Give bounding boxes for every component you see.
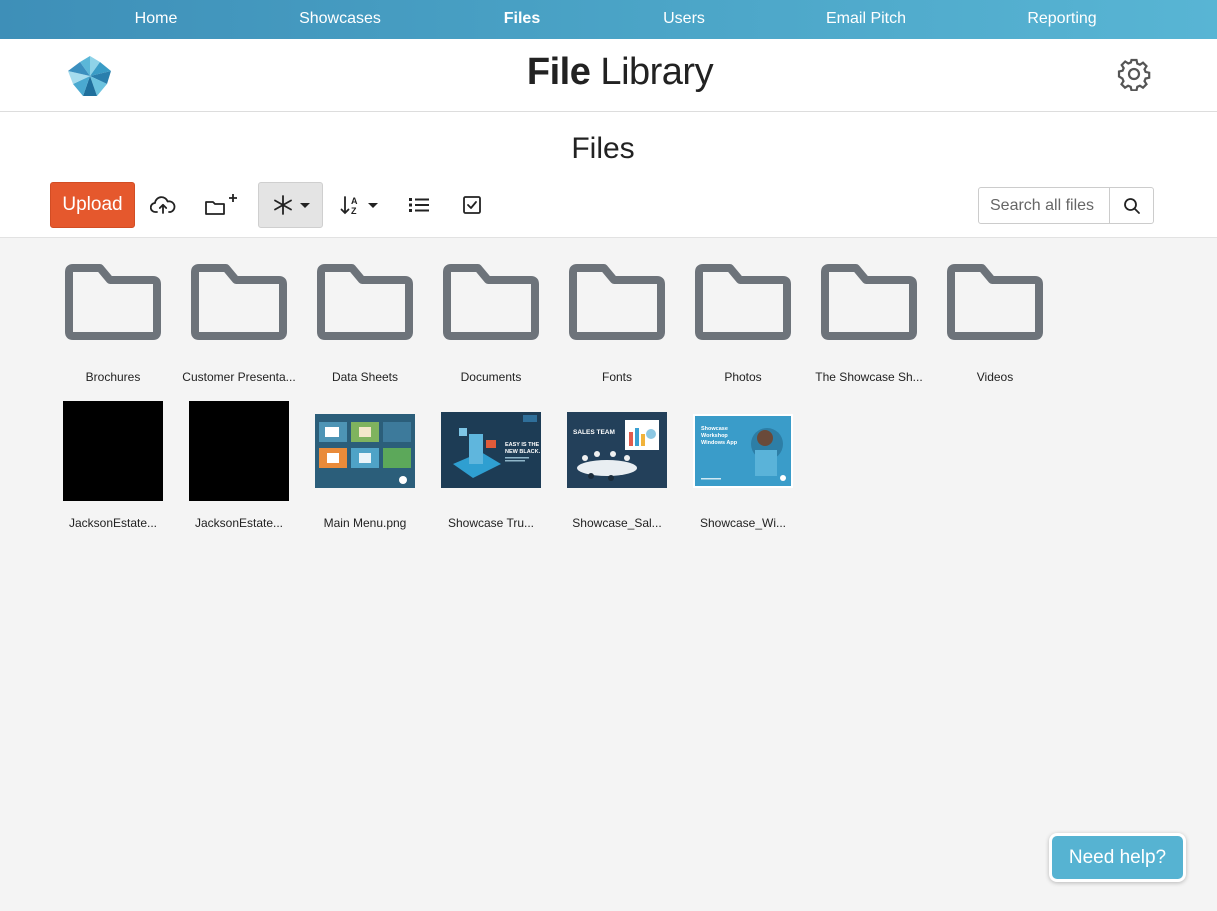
folder-item[interactable]: Brochures — [50, 262, 176, 388]
need-help-button[interactable]: Need help? — [1049, 833, 1186, 882]
folder-name: Brochures — [85, 370, 141, 384]
nav-files[interactable]: Files — [504, 10, 540, 28]
folder-icon — [65, 264, 161, 340]
files-toolbar-area: Files Upload AZ — [0, 112, 1217, 238]
file-thumbnail — [63, 401, 163, 501]
search-input[interactable] — [979, 188, 1109, 223]
folder-name: Data Sheets — [331, 370, 399, 384]
select-checkbox-icon[interactable] — [455, 182, 489, 228]
sort-az-icon[interactable]: AZ — [338, 182, 382, 228]
folder-name: Videos — [976, 370, 1014, 384]
cloud-upload-icon[interactable] — [145, 182, 181, 228]
file-item[interactable]: SALES TEAM Showcase_Sal... — [554, 400, 680, 535]
nav-reporting[interactable]: Reporting — [1027, 10, 1096, 28]
file-item[interactable]: JacksonEstate... — [50, 400, 176, 535]
new-folder-icon[interactable] — [200, 182, 242, 228]
folder-item[interactable]: Photos — [680, 262, 806, 388]
page-title: File Library — [0, 51, 1217, 94]
folder-name: Customer Presenta... — [182, 370, 296, 384]
nav-home[interactable]: Home — [135, 10, 178, 28]
thumb-text: NEW BLACK. — [505, 449, 541, 455]
folder-item[interactable]: Data Sheets — [302, 262, 428, 388]
file-item[interactable]: Showcase Workshop Windows App Showcase_W… — [680, 400, 806, 535]
folder-item[interactable]: Fonts — [554, 262, 680, 388]
file-name: Main Menu.png — [323, 516, 407, 530]
search-button[interactable] — [1109, 188, 1153, 223]
file-thumbnail — [315, 414, 415, 488]
thumb-text: Showcase — [701, 426, 728, 432]
folder-icon — [443, 264, 539, 340]
thumb-text: Windows App — [701, 440, 738, 446]
file-item[interactable]: EASY IS THE NEW BLACK. Showcase Tru... — [428, 400, 554, 535]
folder-item[interactable]: The Showcase Sh... — [806, 262, 932, 388]
search-box — [978, 187, 1154, 224]
file-thumbnail — [189, 401, 289, 501]
file-name: Showcase_Sal... — [572, 516, 662, 530]
upload-button[interactable]: Upload — [50, 182, 135, 228]
folder-item[interactable]: Documents — [428, 262, 554, 388]
title-rest: Library — [590, 51, 714, 93]
file-thumbnail: SALES TEAM — [567, 412, 667, 488]
svg-text:Z: Z — [351, 206, 357, 216]
folder-name: Photos — [724, 370, 762, 384]
folder-item[interactable]: Customer Presenta... — [176, 262, 302, 388]
file-item[interactable]: Main Menu.png — [302, 400, 428, 535]
folder-name: Documents — [460, 370, 522, 384]
file-name: Showcase Tru... — [447, 516, 535, 530]
file-item[interactable]: JacksonEstate... — [176, 400, 302, 535]
search-icon — [1123, 197, 1140, 214]
list-view-icon[interactable] — [402, 182, 436, 228]
folder-name: Fonts — [601, 370, 632, 384]
nav-showcases[interactable]: Showcases — [299, 10, 381, 28]
top-nav: Home Showcases Files Users Email Pitch R… — [0, 0, 1217, 39]
thumb-text: EASY IS THE — [505, 442, 539, 448]
folder-icon — [695, 264, 791, 340]
folder-name: The Showcase Sh... — [815, 370, 923, 384]
nav-users[interactable]: Users — [663, 10, 705, 28]
gear-icon[interactable] — [1117, 57, 1151, 91]
folder-icon — [317, 264, 413, 340]
file-name: JacksonEstate... — [194, 516, 284, 530]
folder-icon — [821, 264, 917, 340]
folder-item[interactable]: Videos — [932, 262, 1058, 388]
folder-icon — [569, 264, 665, 340]
file-thumbnail: Showcase Workshop Windows App — [693, 414, 793, 488]
header: File Library — [0, 39, 1217, 112]
section-title: Files — [571, 132, 635, 165]
file-thumbnail: EASY IS THE NEW BLACK. — [441, 412, 541, 488]
file-name: Showcase_Wi... — [699, 516, 787, 530]
nav-email-pitch[interactable]: Email Pitch — [826, 10, 906, 28]
thumb-text: SALES TEAM — [573, 429, 615, 436]
folder-icon — [191, 264, 287, 340]
title-bold: File — [526, 51, 591, 93]
folder-icon — [947, 264, 1043, 340]
thumb-text: Workshop — [701, 433, 728, 439]
filter-asterisk-icon[interactable] — [258, 182, 323, 228]
svg-text:A: A — [351, 196, 358, 206]
file-name: JacksonEstate... — [68, 516, 158, 530]
